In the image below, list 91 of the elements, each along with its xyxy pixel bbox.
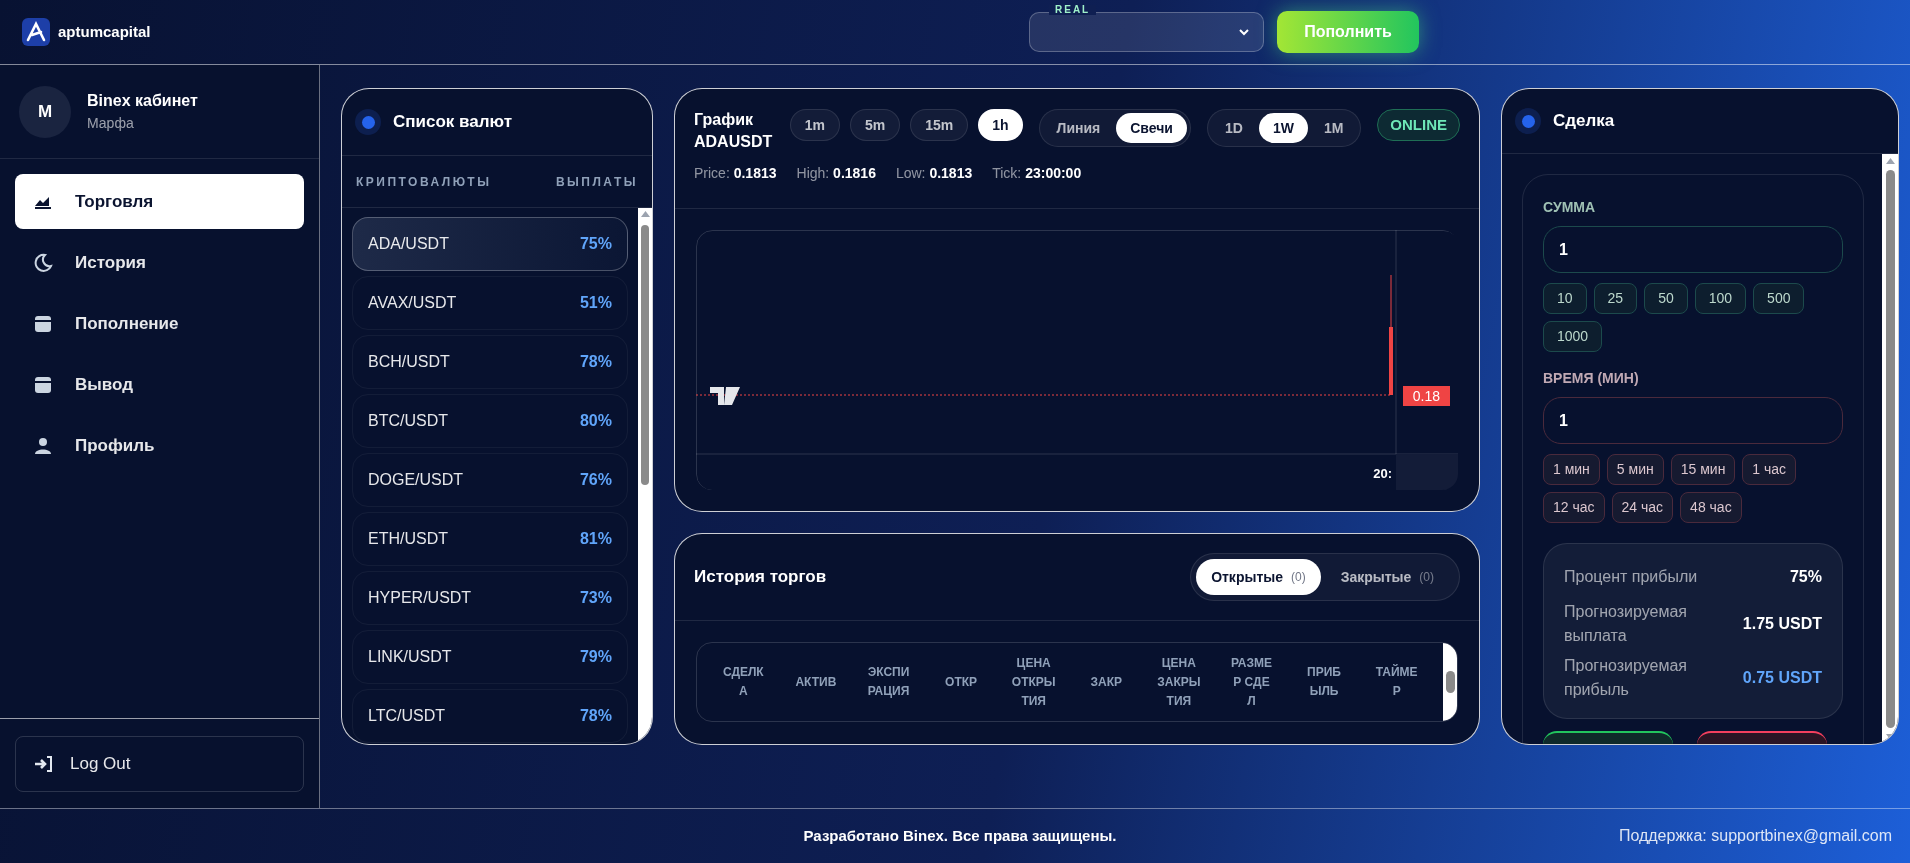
interval-button[interactable]: 15m (910, 109, 969, 141)
amount-preset[interactable]: 100 (1694, 283, 1747, 314)
interval-button[interactable]: 1m (789, 109, 840, 141)
user-name: Binex кабинет (87, 91, 198, 111)
column-header: РАЗМЕР СДЕЛ (1229, 654, 1273, 710)
card-icon (33, 374, 53, 395)
scroll-up-icon[interactable] (1885, 158, 1895, 164)
column-header: ЗАКР (1089, 673, 1123, 691)
amount-preset[interactable]: 1000 (1543, 321, 1603, 352)
logout-icon (34, 755, 54, 773)
column-header: ЦЕНА ОТКРЫТИЯ (1011, 654, 1056, 710)
moon-icon (33, 252, 53, 273)
amount-preset[interactable]: 10 (1543, 283, 1587, 314)
nav-item[interactable]: Профиль (15, 418, 304, 473)
interval-button[interactable]: 5m (849, 109, 901, 141)
interval-button[interactable]: 1h (978, 109, 1023, 141)
amount-field[interactable]: 1 (1543, 226, 1843, 273)
copyright-text: Разработано Binex. Все права защищены. (803, 825, 1117, 846)
currency-row[interactable]: ETH/USDT 81% (352, 512, 628, 566)
nav-item[interactable]: Вывод (15, 357, 304, 412)
panel-title: Сделка (1553, 110, 1615, 133)
logo-icon (22, 18, 50, 46)
status-badge: ONLINE (1377, 109, 1460, 141)
currency-row[interactable]: AVAX/USDT 51% (352, 276, 628, 330)
chart-title: График (694, 110, 754, 130)
range-tab[interactable]: 1M (1309, 113, 1358, 143)
chart-type-tab[interactable]: Свечи (1116, 113, 1187, 143)
time-preset[interactable]: 1 час (1742, 454, 1797, 485)
column-header: ТАЙМЕР (1374, 663, 1419, 700)
account-badge: REAL (1049, 5, 1097, 15)
currency-row[interactable]: LINK/USDT 79% (352, 630, 628, 684)
chart-type-tab[interactable]: Линия (1042, 113, 1115, 143)
column-header: ЭКСПИРАЦИЯ (866, 664, 911, 700)
column-header: ВЫПЛАТЫ (555, 173, 638, 191)
currency-row[interactable]: ADA/USDT 75% (352, 217, 628, 271)
column-header: АКТИВ (794, 673, 838, 691)
summary-value: 0.75 USDT (1742, 668, 1822, 688)
currency-row[interactable]: BCH/USDT 78% (352, 335, 628, 389)
stat-text: High: 0.1816 (796, 164, 876, 183)
time-label: 20: (1373, 465, 1392, 483)
nav-item[interactable]: История (15, 235, 304, 290)
history-tab[interactable]: Открытые (0) (1196, 559, 1321, 595)
stat-text: Price: 0.1813 (694, 164, 777, 183)
account-select[interactable] (1029, 12, 1264, 52)
user-icon (33, 435, 53, 456)
field-label: ВРЕМЯ (МИН) (1543, 369, 1640, 388)
field-label: СУММА (1543, 198, 1597, 217)
time-preset[interactable]: 48 час (1680, 492, 1742, 523)
summary-label: Процент прибыли (1564, 567, 1699, 587)
range-tab[interactable]: 1W (1258, 113, 1308, 143)
card-icon (33, 313, 53, 334)
column-header: КРИПТОВАЛЮТЫ (356, 173, 492, 191)
summary-label: Прогнозируемая прибыль (1564, 656, 1688, 700)
amount-preset[interactable]: 25 (1593, 283, 1638, 314)
column-header: СДЕЛКА (721, 664, 765, 700)
summary-label: Прогнозируемая выплата (1564, 602, 1688, 646)
scroll-up-icon[interactable] (640, 211, 650, 217)
summary-value: 75% (1789, 567, 1822, 587)
time-preset[interactable]: 1 мин (1543, 454, 1600, 485)
logo-text: aptumcapital (58, 21, 151, 42)
time-preset[interactable]: 12 час (1543, 492, 1605, 523)
amount-preset[interactable]: 500 (1753, 283, 1805, 314)
time-preset[interactable]: 24 час (1611, 492, 1674, 523)
currency-row[interactable]: BTC/USDT 80% (352, 394, 628, 448)
time-preset[interactable]: 15 мин (1670, 454, 1736, 485)
time-field[interactable]: 1 (1543, 397, 1843, 444)
nav-item[interactable]: Пополнение (15, 296, 304, 351)
column-header: ПРИБЫЛЬ (1306, 664, 1342, 700)
history-tab[interactable]: Закрытые (0) (1320, 559, 1454, 595)
panel-title: Список валют (393, 111, 512, 134)
price-label: 0.18 (1402, 386, 1450, 406)
stat-text: Tick: 23:00:00 (992, 164, 1082, 183)
user-subtitle: Марфа (87, 114, 135, 133)
support-link[interactable]: Поддержка: supportbinex@gmail.com (1618, 824, 1892, 848)
column-header: ОТКР (944, 673, 979, 691)
time-preset[interactable]: 5 мин (1606, 454, 1664, 485)
amount-preset[interactable]: 50 (1644, 283, 1688, 314)
logout-button[interactable]: Log Out (15, 736, 304, 792)
currency-row[interactable]: LTC/USDT 78% (352, 689, 628, 743)
column-header: ЦЕНА ЗАКРЫТИЯ (1156, 654, 1201, 710)
summary-value: 1.75 USDT (1742, 614, 1822, 634)
currency-row[interactable]: HYPER/USDT 73% (352, 571, 628, 625)
scrollbar[interactable] (1882, 154, 1898, 744)
range-tab[interactable]: 1D (1210, 113, 1257, 143)
panel-title: История торгов (694, 566, 827, 589)
scrollbar[interactable] (1443, 643, 1457, 721)
nav-item[interactable]: Торговля (15, 174, 304, 229)
avatar: M (19, 85, 71, 138)
currency-row[interactable]: DOGE/USDT 76% (352, 453, 628, 507)
stat-text: Low: 0.1813 (895, 164, 973, 183)
chart-symbol: ADAUSDT (694, 132, 774, 152)
